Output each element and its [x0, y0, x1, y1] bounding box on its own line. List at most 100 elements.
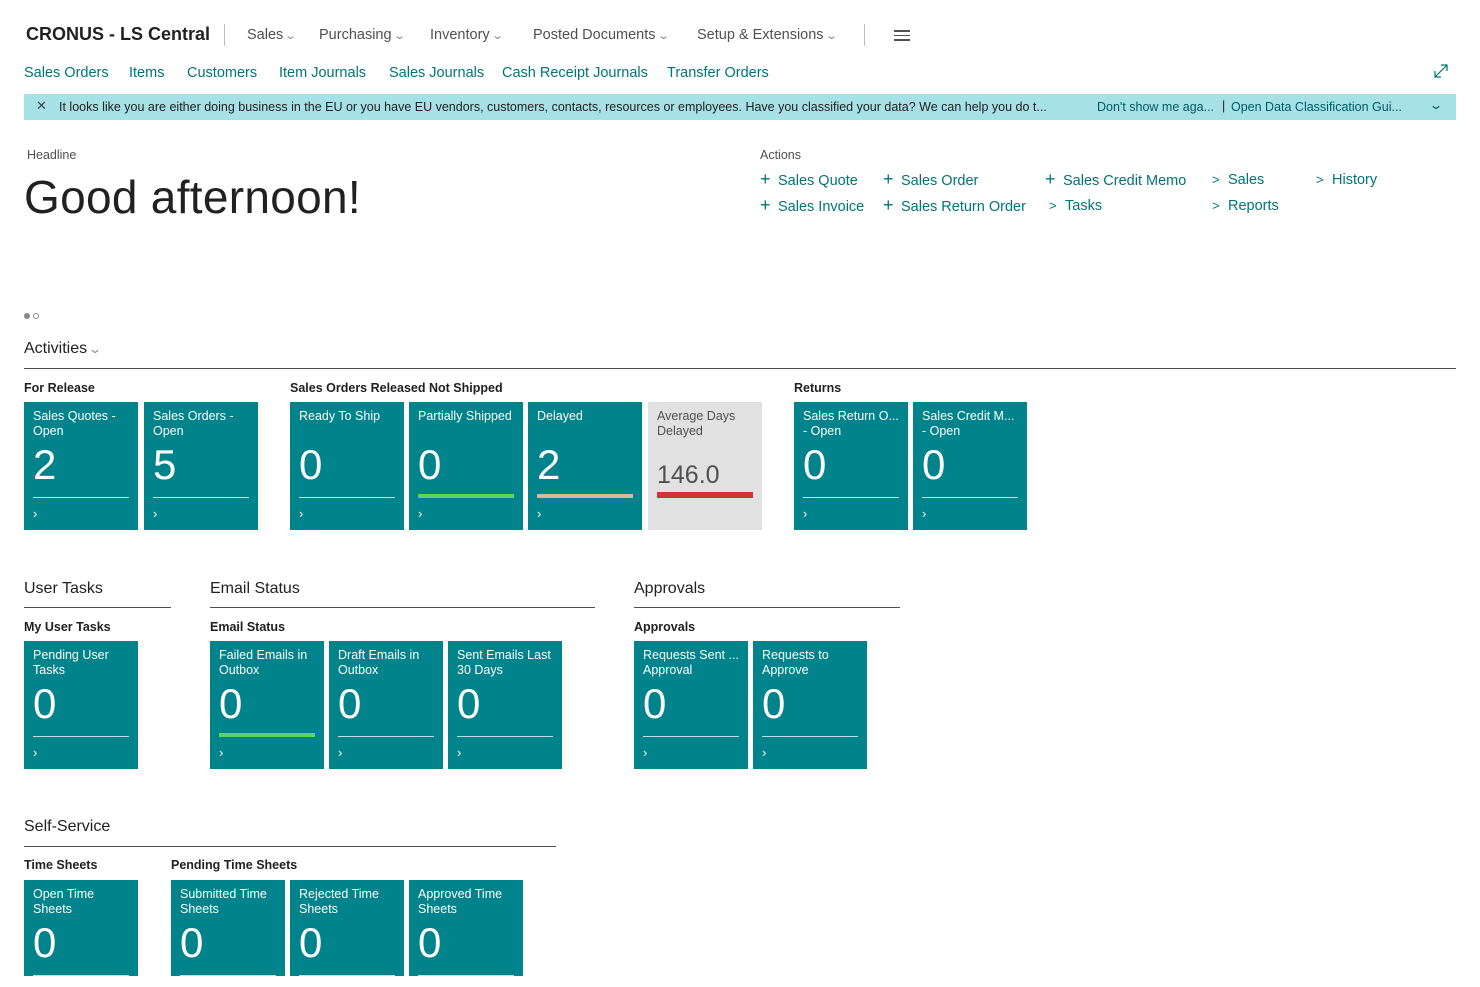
hamburger-icon[interactable]: [894, 30, 910, 41]
tile-requests-to-approve[interactable]: Requests to Approve 0 ›: [753, 641, 867, 769]
chevron-down-icon: ⌄: [656, 30, 670, 42]
link-transfer-orders[interactable]: Transfer Orders: [667, 65, 769, 81]
tile-submitted-time-sheets[interactable]: Submitted Time Sheets 0: [171, 880, 285, 976]
tile-partially-shipped[interactable]: Partially Shipped 0 ›: [409, 402, 523, 530]
tile-failed-emails-in-outbox[interactable]: Failed Emails in Outbox 0 ›: [210, 641, 324, 769]
chevron-right-icon: ›: [418, 506, 423, 521]
chevron-right-icon: ›: [803, 506, 808, 521]
action-sales-invoice[interactable]: + Sales Invoice: [760, 195, 865, 215]
menu-purchasing[interactable]: Purchasing⌄: [319, 27, 406, 43]
tile-rule: [33, 736, 129, 737]
action-reports[interactable]: > Reports: [1212, 198, 1279, 214]
email-status-section-title[interactable]: Email Status: [210, 580, 300, 598]
link-sales-orders[interactable]: Sales Orders: [24, 65, 109, 81]
plus-icon: +: [760, 195, 771, 215]
tile-value: 0: [299, 441, 323, 488]
pager-dot[interactable]: [33, 313, 39, 319]
chevron-right-icon: >: [1316, 172, 1324, 187]
approvals-section-title[interactable]: Approvals: [634, 580, 705, 598]
chevron-right-icon: >: [1049, 198, 1057, 213]
pager-dot-active[interactable]: [24, 313, 30, 319]
tile-ready-to-ship[interactable]: Ready To Ship 0 ›: [290, 402, 404, 530]
tile-pending-user-tasks[interactable]: Pending User Tasks 0 ›: [24, 641, 138, 769]
chevron-right-icon: ›: [33, 745, 38, 760]
section-divider: [24, 368, 1456, 369]
action-label: Sales Invoice: [778, 199, 865, 215]
action-sales-return-order[interactable]: + Sales Return Order: [883, 196, 1026, 215]
open-data-classification-link[interactable]: Open Data Classification Gui...: [1231, 100, 1402, 114]
tile-status-bar: [219, 733, 315, 737]
menu-posted-documents[interactable]: Posted Documents⌄: [533, 27, 670, 43]
chevron-right-icon: ›: [153, 506, 158, 521]
tile-label: Ready To Ship: [299, 409, 381, 423]
tile-label: Submitted Time Sheets: [180, 887, 267, 916]
menu-label: Posted Documents: [533, 27, 656, 43]
menu-setup-extensions[interactable]: Setup & Extensions⌄: [697, 27, 838, 43]
menu-label: Purchasing: [319, 27, 392, 43]
action-sales[interactable]: > Sales: [1212, 172, 1264, 188]
tile-value: 2: [33, 441, 57, 488]
group-approvals: Approvals: [634, 620, 696, 634]
tile-rule: [922, 497, 1018, 498]
section-divider: [210, 607, 595, 608]
tile-sales-return-orders-open[interactable]: Sales Return O... - Open 0 ›: [794, 402, 908, 530]
menu-label: Sales: [247, 27, 284, 43]
plus-icon: +: [760, 169, 771, 189]
tile-value: 2: [537, 441, 561, 488]
tile-status-bar: [418, 494, 514, 498]
tile-rule: [418, 975, 514, 976]
chevron-right-icon: ›: [922, 506, 927, 521]
chevron-right-icon: ›: [762, 745, 767, 760]
tile-label: Requests Sent ... Approval: [643, 648, 739, 677]
tile-delayed[interactable]: Delayed 2 ›: [528, 402, 642, 530]
tile-sales-orders-open[interactable]: Sales Orders - Open 5 ›: [144, 402, 258, 530]
link-items[interactable]: Items: [129, 65, 164, 81]
tile-rule: [762, 736, 858, 737]
self-service-section-title[interactable]: Self-Service: [24, 818, 110, 836]
action-sales-quote[interactable]: + Sales Quote: [760, 169, 858, 189]
tile-label: Sent Emails Last 30 Days: [457, 648, 551, 677]
group-released-not-shipped: Sales Orders Released Not Shipped: [290, 381, 503, 395]
tile-rule: [643, 736, 739, 737]
action-sales-order[interactable]: + Sales Order: [883, 170, 979, 189]
dont-show-link[interactable]: Don't show me aga...: [1097, 100, 1214, 114]
menu-label: Setup & Extensions: [697, 27, 824, 43]
action-tasks[interactable]: > Tasks: [1049, 198, 1102, 214]
tile-value: 0: [33, 680, 57, 727]
link-sales-journals[interactable]: Sales Journals: [389, 65, 484, 81]
tile-label: Sales Return O... - Open: [803, 409, 899, 438]
activities-section-title[interactable]: Activities⌄: [24, 340, 103, 358]
tile-sales-credit-memos-open[interactable]: Sales Credit M... - Open 0 ›: [913, 402, 1027, 530]
link-customers[interactable]: Customers: [187, 65, 257, 81]
chevron-down-icon[interactable]: ⌄: [1428, 98, 1443, 112]
chevron-right-icon: ›: [219, 745, 224, 760]
tile-label: Failed Emails in Outbox: [219, 648, 308, 677]
chevron-down-icon: ⌄: [284, 30, 298, 42]
link-cash-receipt-journals[interactable]: Cash Receipt Journals: [502, 65, 648, 81]
action-sales-credit-memo[interactable]: + Sales Credit Memo: [1045, 170, 1186, 189]
expand-icon[interactable]: [1433, 63, 1449, 79]
menu-sales[interactable]: Sales⌄: [247, 27, 298, 43]
tile-status-bar: [657, 492, 753, 498]
tile-open-time-sheets[interactable]: Open Time Sheets 0: [24, 880, 138, 976]
tile-draft-emails-in-outbox[interactable]: Draft Emails in Outbox 0 ›: [329, 641, 443, 769]
action-history[interactable]: > History: [1316, 172, 1377, 188]
tile-requests-sent-for-approval[interactable]: Requests Sent ... Approval 0 ›: [634, 641, 748, 769]
action-label: Sales Order: [901, 173, 979, 189]
chevron-down-icon: ⌄: [88, 342, 103, 356]
tile-average-days-delayed[interactable]: Average Days Delayed 146.0: [648, 402, 762, 530]
tile-approved-time-sheets[interactable]: Approved Time Sheets 0: [409, 880, 523, 976]
tile-sent-emails-last-30-days[interactable]: Sent Emails Last 30 Days 0 ›: [448, 641, 562, 769]
tile-label: Draft Emails in Outbox: [338, 648, 420, 677]
notification-message: It looks like you are either doing busin…: [59, 100, 1047, 114]
tile-rejected-time-sheets[interactable]: Rejected Time Sheets 0: [290, 880, 404, 976]
close-icon[interactable]: ✕: [36, 98, 47, 114]
link-item-journals[interactable]: Item Journals: [279, 65, 366, 81]
user-tasks-section-title[interactable]: User Tasks: [24, 580, 103, 598]
tile-sales-quotes-open[interactable]: Sales Quotes - Open 2 ›: [24, 402, 138, 530]
app-title[interactable]: CRONUS - LS Central: [26, 24, 210, 45]
actions-label: Actions: [760, 148, 801, 162]
menu-inventory[interactable]: Inventory⌄: [430, 27, 504, 43]
action-label: History: [1332, 172, 1378, 188]
tile-rule: [33, 497, 129, 498]
